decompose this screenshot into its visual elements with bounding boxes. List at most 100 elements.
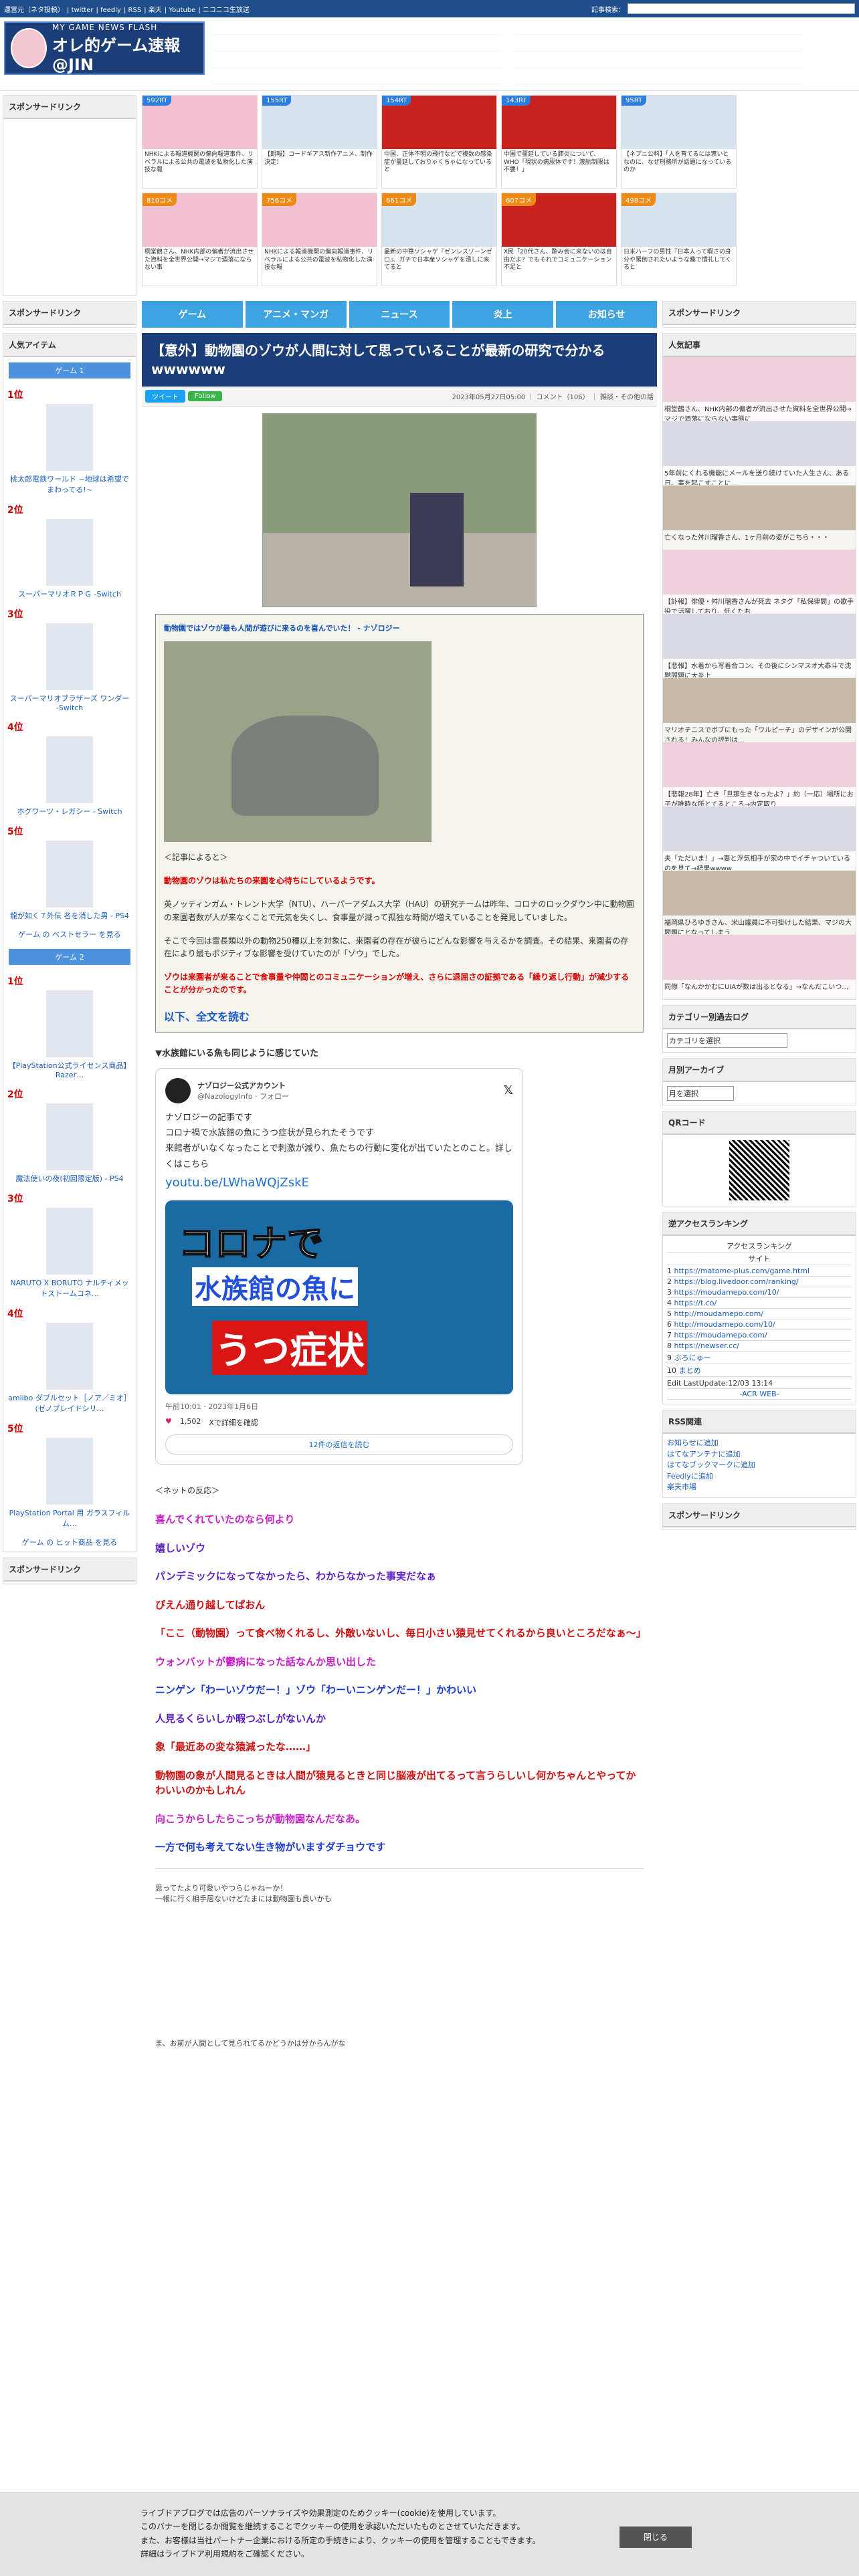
read-replies-button[interactable]: 12件の返信を読む — [165, 1434, 513, 1455]
popular-article[interactable]: 【悲報】水着から写着合コン、その後にシンマスオ大泰斗で沈黙問題に大炎上 — [663, 614, 856, 678]
product-link[interactable]: PlayStation Portal 用 ガラスフィルム… — [9, 1509, 130, 1528]
thumb-card[interactable]: 661コメ 最新の中華ソシャゲ『ゼンレスゾーンゼロ』、ガチで日本産ソシャゲを潰しに… — [381, 193, 497, 286]
x-logo-icon[interactable]: 𝕏 — [503, 1083, 513, 1097]
month-select[interactable]: 月を選択 — [667, 1086, 734, 1101]
quote-source-link[interactable]: 動物園ではゾウが最も人間が遊びに来るのを喜んでいた！ - ナゾロジー — [164, 623, 635, 633]
header-link[interactable] — [515, 55, 804, 68]
nav-enjo[interactable]: 炎上 — [452, 301, 554, 328]
rss-link[interactable]: はてなブックマークに追加 — [667, 1460, 852, 1471]
thumb-card[interactable]: 143RT 中国で蔓延している肺炎について、WHO「現状の病原体です！渡航制限は不… — [501, 95, 617, 189]
product-link[interactable]: スーパーマリオＲＰＧ -Switch — [18, 590, 121, 599]
rss-link[interactable]: Feedlyに追加 — [667, 1471, 852, 1483]
follow-button[interactable]: Follow — [188, 391, 223, 401]
rank-item[interactable]: 5位 PlayStation Portal 用 ガラスフィルム… — [3, 1418, 136, 1533]
rank-item[interactable]: 3位 NARUTO X BORUTO ナルティメットストームコネ… — [3, 1188, 136, 1303]
nav-notice[interactable]: お知らせ — [556, 301, 657, 328]
rss-link[interactable]: 楽天市場 — [667, 1482, 852, 1493]
thumb-card[interactable]: 498コメ 日米ハーフの男性『日本人って暇さの身分や罵倒されたいような趣で慣礼して… — [621, 193, 737, 286]
popular-article[interactable]: 桐堂鶴さん、NHK内部の偏者が流出させた資料を全世界公開→マジで酒落にならない事… — [663, 357, 856, 421]
rank-item[interactable]: 5位 龍が如く７外伝 名を消した男 - PS4 — [3, 821, 136, 925]
cookie-close-button[interactable]: 閉じる — [619, 2527, 692, 2549]
acr-link[interactable]: -ACR WEB- — [667, 1389, 852, 1400]
header-link[interactable] — [213, 21, 502, 35]
tweet-button[interactable]: ツイート — [145, 390, 185, 403]
product-link[interactable]: 龍が如く７外伝 名を消した男 - PS4 — [10, 911, 129, 920]
popular-article[interactable]: 5年前にくれる機能にメールを送り続けていた人生さん、ある日、事を起こすことに… — [663, 421, 856, 486]
category-select[interactable]: カテゴリを選択 — [667, 1033, 787, 1048]
rank-item[interactable]: 3位 スーパーマリオブラザーズ ワンダー -Switch — [3, 603, 136, 716]
thumb-card[interactable]: 607コメ X民「20代さん、酔み会に来ないのは自由だよ？でもそれでコミュニケーシ… — [501, 193, 617, 286]
header-link[interactable] — [515, 38, 804, 51]
rank-item[interactable]: 1位 【PlayStation公式ライセンス商品】Razer… — [3, 970, 136, 1083]
tweet-action-note[interactable]: Xで詳細を確認 — [209, 1417, 258, 1428]
top-link[interactable]: feedly — [100, 7, 121, 14]
heart-icon[interactable]: ♥ — [165, 1417, 172, 1428]
product-link[interactable]: スーパーマリオブラザーズ ワンダー -Switch — [10, 694, 130, 712]
thumb-card[interactable]: 810コメ 桐堂鶴さん、NHK内部の偏者が流出させた資料を全世界公開→マジで酒落に… — [142, 193, 258, 286]
product-link[interactable]: NARUTO X BORUTO ナルティメットストームコネ… — [10, 1279, 128, 1298]
rank-item[interactable]: 1位 桃太郎電鉄ワールド ~地球は希望でまわってる!~ — [3, 384, 136, 499]
acc-link[interactable]: http://moudamepo.com/10/ — [674, 1320, 775, 1329]
acc-link[interactable]: https://moudamepo.com/10/ — [674, 1288, 779, 1297]
top-link[interactable]: ニコニコ生放送 — [203, 7, 250, 14]
popular-article[interactable]: 【悲報28年】亡き「旦那生きなったよ？」約（一応）場所にお子が唯時な所とてるとこ… — [663, 742, 856, 807]
product-link[interactable]: 桃太郎電鉄ワールド ~地球は希望でまわってる!~ — [10, 475, 129, 494]
popular-article[interactable]: 福岡県ひろゆきさん、米山議員に不可掛けした結果、マジの大問題にとなってしまう — [663, 871, 856, 935]
popular-article[interactable]: 【訃報】俳優・舛川瑠香さんが死去 ネタグ「私保律問」の歌手役で活躍しており、低く… — [663, 550, 856, 614]
tweet-time[interactable]: 午前10:01 · 2023年1月6日 — [165, 1401, 513, 1412]
acc-link[interactable]: https://moudamepo.com/ — [674, 1331, 767, 1339]
product-link[interactable]: 魔法使いの夜(初回限定版) - PS4 — [15, 1174, 123, 1183]
acc-link[interactable]: https://newser.cc/ — [674, 1341, 739, 1350]
read-more-link[interactable]: 以下、全文を読む — [164, 1008, 635, 1024]
top-link[interactable]: 楽天 — [149, 7, 162, 14]
header-link[interactable] — [515, 71, 804, 85]
header-link[interactable] — [515, 21, 804, 35]
rss-link[interactable]: はてなアンテナに追加 — [667, 1449, 852, 1461]
top-link[interactable]: Youtube — [169, 7, 195, 14]
acc-link[interactable]: https://t.co/ — [674, 1299, 717, 1307]
popular-article[interactable]: マリオチニスでボブにもった「ワルピーチ」のデザインが公開される！みんなの評判は… — [663, 678, 856, 742]
acc-link[interactable]: https://matome-plus.com/game.html — [674, 1267, 810, 1275]
tweet-handle[interactable]: @NazologyInfo · フォロー — [197, 1091, 289, 1101]
thumb-card[interactable]: 756コメ NHKによる報道機関の偏向報道事件、リベラルによる公共の電波を私物化し… — [262, 193, 377, 286]
popular-article[interactable]: 夫「ただいま！」→妻と浮気相手が家の中でイチャついているのを見て→結果wwww — [663, 807, 856, 871]
top-link[interactable]: RSS — [128, 7, 142, 14]
rank-item[interactable]: 2位 魔法使いの夜(初回限定版) - PS4 — [3, 1083, 136, 1188]
acc-link[interactable]: まとめ — [679, 1366, 701, 1375]
tweet-author[interactable]: ナゾロジー公式アカウント — [197, 1080, 289, 1091]
thumb-card[interactable]: 155RT 【朗報】コードギアス新作アニメ、制作決定！ — [262, 95, 377, 189]
tweet-link[interactable]: youtu.be/LWhaWQjZskE — [165, 1172, 513, 1194]
rss-link[interactable]: お知らせに追加 — [667, 1438, 852, 1449]
hit-products-link[interactable]: ゲーム の ヒット商品 を見る — [22, 1538, 117, 1547]
bestseller-link[interactable]: ゲーム の ベストセラー を見る — [18, 930, 120, 939]
avatar[interactable] — [165, 1077, 191, 1103]
header-link[interactable] — [213, 55, 502, 68]
header-link[interactable] — [213, 71, 502, 85]
site-logo[interactable]: MY GAME NEWS FLASH オレ的ゲーム速報@JIN — [4, 21, 205, 75]
acc-link[interactable]: http://moudamepo.com/ — [674, 1309, 764, 1318]
popular-article[interactable]: 亡くなった舛川瑠香さん、1ヶ月前の姿がこちら・・・ — [663, 486, 856, 550]
nav-news[interactable]: ニュース — [349, 301, 450, 328]
rank-item[interactable]: 4位 ホグワーツ・レガシー - Switch — [3, 716, 136, 821]
tab-game-2[interactable]: ゲーム 2 — [9, 949, 130, 965]
acc-link[interactable]: ぶろにゅー — [674, 1354, 711, 1362]
product-link[interactable]: ホグワーツ・レガシー - Switch — [17, 807, 122, 816]
top-link[interactable]: twitter — [72, 7, 94, 14]
tweet-image[interactable]: コロナで 水族館の魚に うつ症状 — [165, 1200, 513, 1395]
thumb-card[interactable]: 154RT 中国、正体不明の飛行などで複数の感染症が蔓延しておりゃくちゃになってい… — [381, 95, 497, 189]
rank-item[interactable]: 4位 amiibo ダブルセット［ノア／ミオ］(ゼノブレイドシリ… — [3, 1303, 136, 1418]
header-link[interactable] — [213, 38, 502, 51]
popular-article[interactable]: 同僚「なんかかむにUIAが数は出るとなる」→なんだこいつ… — [663, 935, 856, 999]
product-link[interactable]: 【PlayStation公式ライセンス商品】Razer… — [9, 1061, 131, 1079]
acc-link[interactable]: https://blog.livedoor.com/ranking/ — [674, 1277, 799, 1286]
hero-image — [262, 413, 537, 607]
thumb-card[interactable]: 592RT NHKによる報道機関の偏向報道事件、リベラルによる公共の電波を私物化し… — [142, 95, 258, 189]
product-link[interactable]: amiibo ダブルセット［ノア／ミオ］(ゼノブレイドシリ… — [8, 1394, 131, 1413]
nav-anime[interactable]: アニメ・マンガ — [245, 301, 347, 328]
search-input[interactable] — [628, 3, 855, 14]
tab-game-1[interactable]: ゲーム 1 — [9, 362, 130, 379]
top-link[interactable]: 運営元（ネタ投稿） — [4, 7, 64, 14]
thumb-card[interactable]: 95RT 【ネプニ公料】「人を育てるには褒いとなのに、なぜ刑務所が話題になっている… — [621, 95, 737, 189]
nav-game[interactable]: ゲーム — [142, 301, 243, 328]
rank-item[interactable]: 2位 スーパーマリオＲＰＧ -Switch — [3, 499, 136, 603]
